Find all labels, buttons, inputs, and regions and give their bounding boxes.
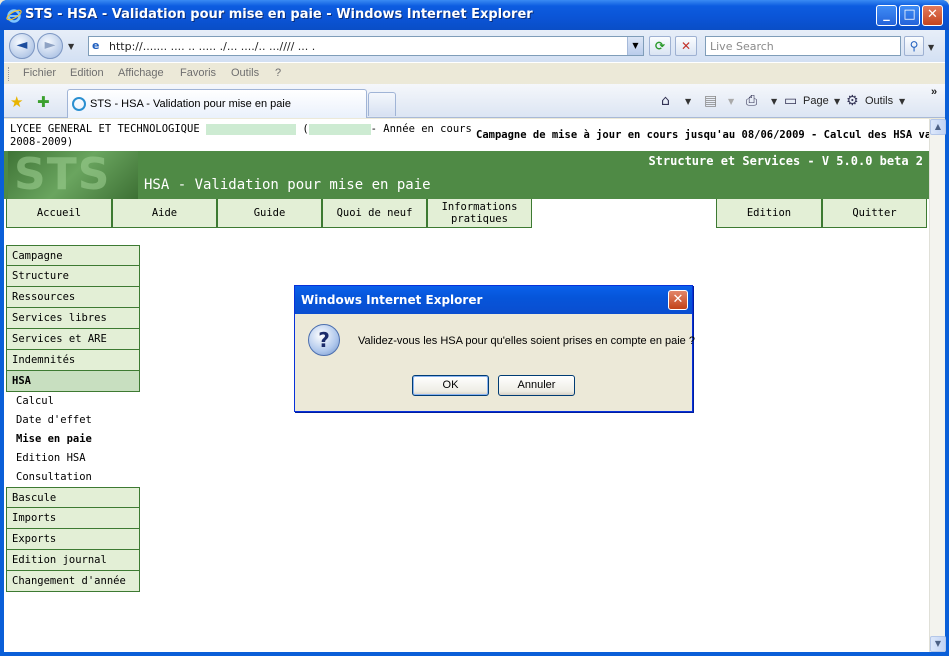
menu-favoris[interactable]: Favoris: [180, 67, 216, 79]
window-title: STS - HSA - Validation pour mise en paie…: [25, 7, 533, 22]
school-year: 2008-2009): [10, 136, 74, 148]
sts-logo: STS: [8, 151, 138, 199]
side-structure[interactable]: Structure: [6, 266, 140, 287]
side-changement-annee[interactable]: Changement d'année: [6, 571, 140, 592]
ok-button[interactable]: OK: [412, 375, 489, 396]
home-dropdown-icon[interactable]: ▼: [685, 97, 691, 106]
side-imports[interactable]: Imports: [6, 508, 140, 529]
chevron-more-icon[interactable]: »: [931, 86, 937, 98]
address-url[interactable]: http://....... .... .. ..... ./... ..../…: [109, 40, 315, 53]
home-icon[interactable]: ⌂: [661, 93, 670, 109]
stop-button[interactable]: ✕: [675, 36, 697, 56]
sub-edition-hsa[interactable]: Edition HSA: [6, 449, 140, 468]
address-dropdown-icon[interactable]: ▼: [627, 37, 643, 55]
vertical-scrollbar[interactable]: ▲ ▼: [929, 119, 946, 652]
add-favorite-icon[interactable]: ✚: [37, 93, 50, 111]
dialog-title: Windows Internet Explorer: [301, 293, 483, 307]
tab-active[interactable]: STS - HSA - Validation pour mise en paie: [67, 89, 367, 118]
dialog-titlebar[interactable]: Windows Internet Explorer ✕: [295, 286, 692, 314]
minimize-button[interactable]: _: [876, 5, 897, 26]
side-exports[interactable]: Exports: [6, 529, 140, 550]
address-field[interactable]: e http://....... .... .. ..... ./... ...…: [88, 36, 644, 56]
toolbar-grip[interactable]: [8, 67, 11, 81]
print-dropdown-icon[interactable]: ▼: [771, 97, 777, 106]
forward-button[interactable]: ►: [37, 33, 63, 59]
dialog-close-button[interactable]: ✕: [668, 290, 688, 310]
side-campagne[interactable]: Campagne: [6, 245, 140, 266]
ie-window: STS - HSA - Validation pour mise en paie…: [0, 0, 949, 656]
sub-date-effet[interactable]: Date d'effet: [6, 411, 140, 430]
page-menu-label[interactable]: Page: [803, 95, 829, 107]
side-ressources[interactable]: Ressources: [6, 287, 140, 308]
menu-affichage[interactable]: Affichage: [118, 67, 164, 79]
tools-menu-label[interactable]: Outils: [865, 95, 893, 107]
page-menu-icon[interactable]: ▭: [784, 93, 797, 109]
app-version: Structure et Services - V 5.0.0 beta 2: [648, 154, 923, 168]
refresh-button[interactable]: ⟳: [649, 36, 671, 56]
address-toolbar: ◄ ► ▼ e http://....... .... .. ..... ./.…: [4, 30, 945, 62]
search-button[interactable]: ⚲: [904, 36, 924, 56]
nav-accueil[interactable]: Accueil: [6, 199, 112, 228]
side-bascule[interactable]: Bascule: [6, 487, 140, 508]
maximize-button[interactable]: □: [899, 5, 920, 26]
nav-aide[interactable]: Aide: [112, 199, 217, 228]
sub-calcul[interactable]: Calcul: [6, 392, 140, 411]
page-dropdown-icon[interactable]: ▼: [834, 97, 840, 106]
side-services-et-are[interactable]: Services et ARE: [6, 329, 140, 350]
menu-bar: Fichier Edition Affichage Favoris Outils…: [4, 62, 945, 84]
page-icon: e: [92, 39, 100, 52]
side-services-libres[interactable]: Services libres: [6, 308, 140, 329]
question-icon: ?: [308, 324, 340, 356]
app-banner: STS Structure et Services - V 5.0.0 beta…: [4, 151, 929, 199]
print-icon[interactable]: ⎙: [746, 93, 757, 109]
recent-pages-dropdown-icon[interactable]: ▼: [68, 42, 74, 51]
feeds-icon[interactable]: ▤: [704, 93, 717, 109]
school-name: LYCEE GENERAL ET TECHNOLOGIQUE: [10, 123, 200, 135]
scroll-down-icon[interactable]: ▼: [930, 636, 946, 652]
side-edition-journal[interactable]: Edition journal: [6, 550, 140, 571]
sub-consultation[interactable]: Consultation: [6, 468, 140, 487]
nav-quoi-de-neuf[interactable]: Quoi de neuf: [322, 199, 427, 228]
side-indemnites[interactable]: Indemnités: [6, 350, 140, 371]
tools-dropdown-icon[interactable]: ▼: [899, 97, 905, 106]
nav-guide[interactable]: Guide: [217, 199, 322, 228]
redacted-school: [205, 123, 296, 135]
tab-bar: ★ ✚ STS - HSA - Validation pour mise en …: [4, 84, 945, 118]
menu-fichier[interactable]: Fichier: [23, 67, 56, 79]
campaign-info: Campagne de mise à jour en cours jusqu'a…: [476, 129, 929, 141]
search-options-icon[interactable]: ▼: [928, 43, 934, 52]
dialog-message: Validez-vous les HSA pour qu'elles soien…: [358, 335, 695, 347]
menu-help[interactable]: ?: [275, 67, 281, 79]
ie-logo-icon: [6, 9, 22, 23]
search-input[interactable]: Live Search: [705, 36, 901, 56]
redacted-code: [308, 123, 371, 135]
feeds-dropdown-icon[interactable]: ▼: [728, 97, 734, 106]
favorites-star-icon[interactable]: ★: [10, 93, 23, 111]
back-button[interactable]: ◄: [9, 33, 35, 59]
nav-quitter[interactable]: Quitter: [822, 199, 927, 228]
school-info: LYCEE GENERAL ET TECHNOLOGIQUE (- Année …: [10, 123, 472, 148]
menu-edition[interactable]: Edition: [70, 67, 104, 79]
nav-edition[interactable]: Edition: [716, 199, 822, 228]
window-titlebar[interactable]: STS - HSA - Validation pour mise en paie…: [0, 0, 949, 30]
confirm-dialog: Windows Internet Explorer ✕ ? Validez-vo…: [294, 285, 695, 412]
sub-mise-en-paie[interactable]: Mise en paie: [6, 430, 140, 449]
nav-informations-pratiques[interactable]: Informations pratiques: [427, 199, 532, 228]
new-tab-button[interactable]: [368, 92, 396, 116]
menu-outils[interactable]: Outils: [231, 67, 259, 79]
loading-icon: [72, 97, 86, 111]
tools-gear-icon[interactable]: ⚙: [846, 93, 859, 109]
close-window-button[interactable]: ✕: [922, 5, 943, 26]
page-title: HSA - Validation pour mise en paie: [144, 177, 431, 193]
side-menu: Campagne Structure Ressources Services l…: [6, 245, 140, 592]
tab-label: STS - HSA - Validation pour mise en paie: [90, 98, 291, 110]
cancel-button[interactable]: Annuler: [498, 375, 575, 396]
side-hsa[interactable]: HSA: [6, 371, 140, 392]
scroll-up-icon[interactable]: ▲: [930, 119, 946, 135]
